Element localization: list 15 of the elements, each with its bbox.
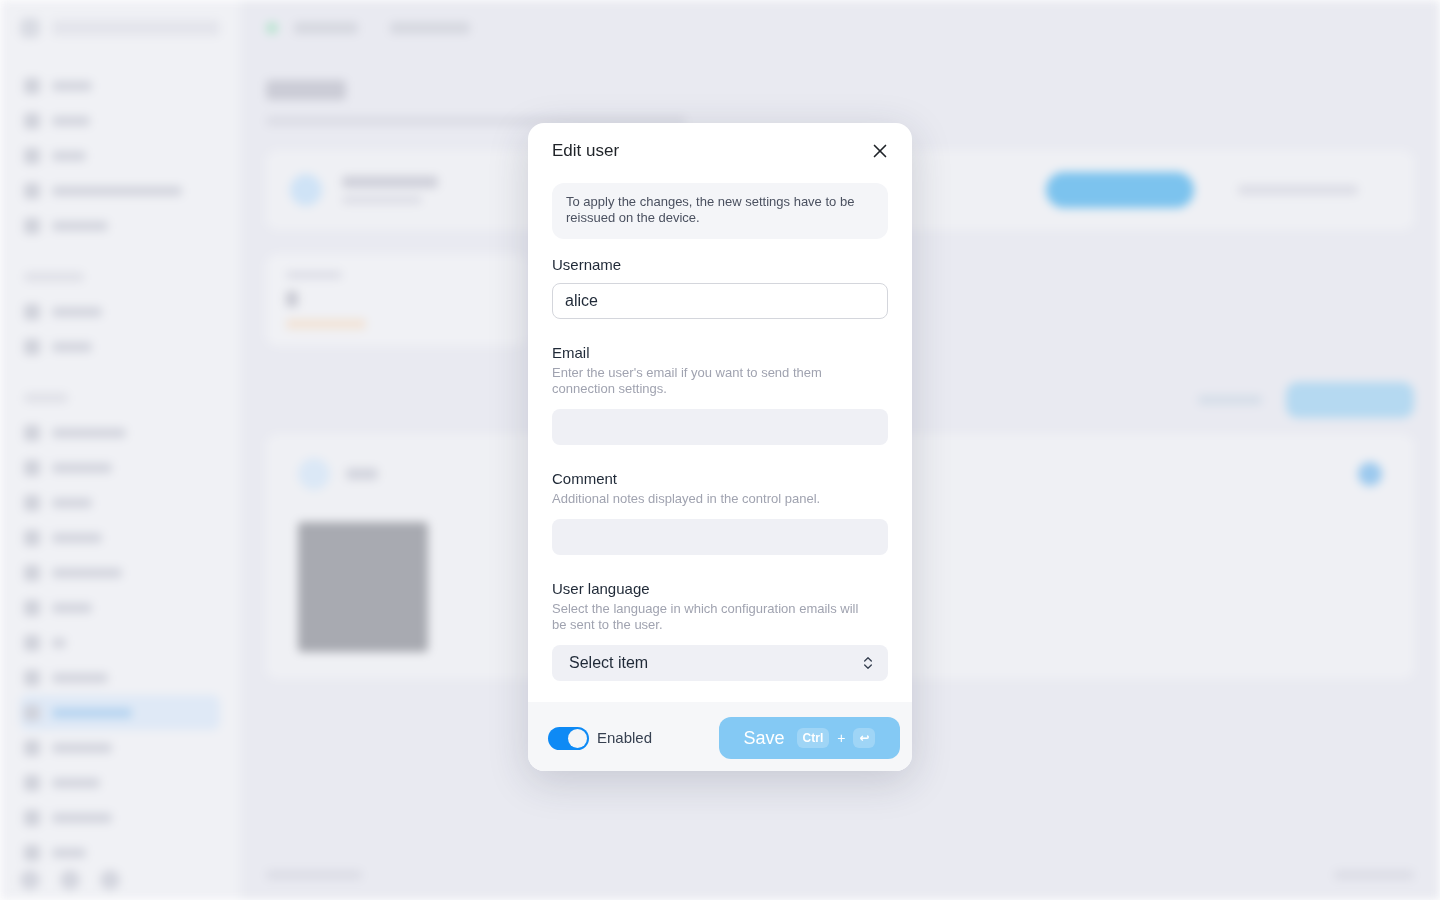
input-field[interactable]: alice xyxy=(552,283,888,319)
field-label: Email xyxy=(552,343,591,363)
field-label: Username xyxy=(552,255,623,275)
dialog-title: Edit user xyxy=(552,140,620,162)
shortcut-key: ↩ xyxy=(853,728,876,748)
shortcut-key: Ctrl xyxy=(796,728,830,748)
field-hint: Enter the user's email if you want to send them connection settings. xyxy=(552,365,823,397)
select-field[interactable]: Select item xyxy=(552,645,888,681)
toggle-switch[interactable] xyxy=(548,726,589,750)
field-label: Comment xyxy=(552,469,619,489)
field-label: User language xyxy=(552,579,651,599)
field-hint: Additional notes displayed in the control panel. xyxy=(552,491,822,507)
field-hint: Select the language in which configuration emails will be sent to the user. xyxy=(552,601,860,633)
toggle-label: Enabled xyxy=(597,727,653,748)
notice-text: To apply the changes, the new settings have to be reissued on the device. xyxy=(552,183,888,239)
